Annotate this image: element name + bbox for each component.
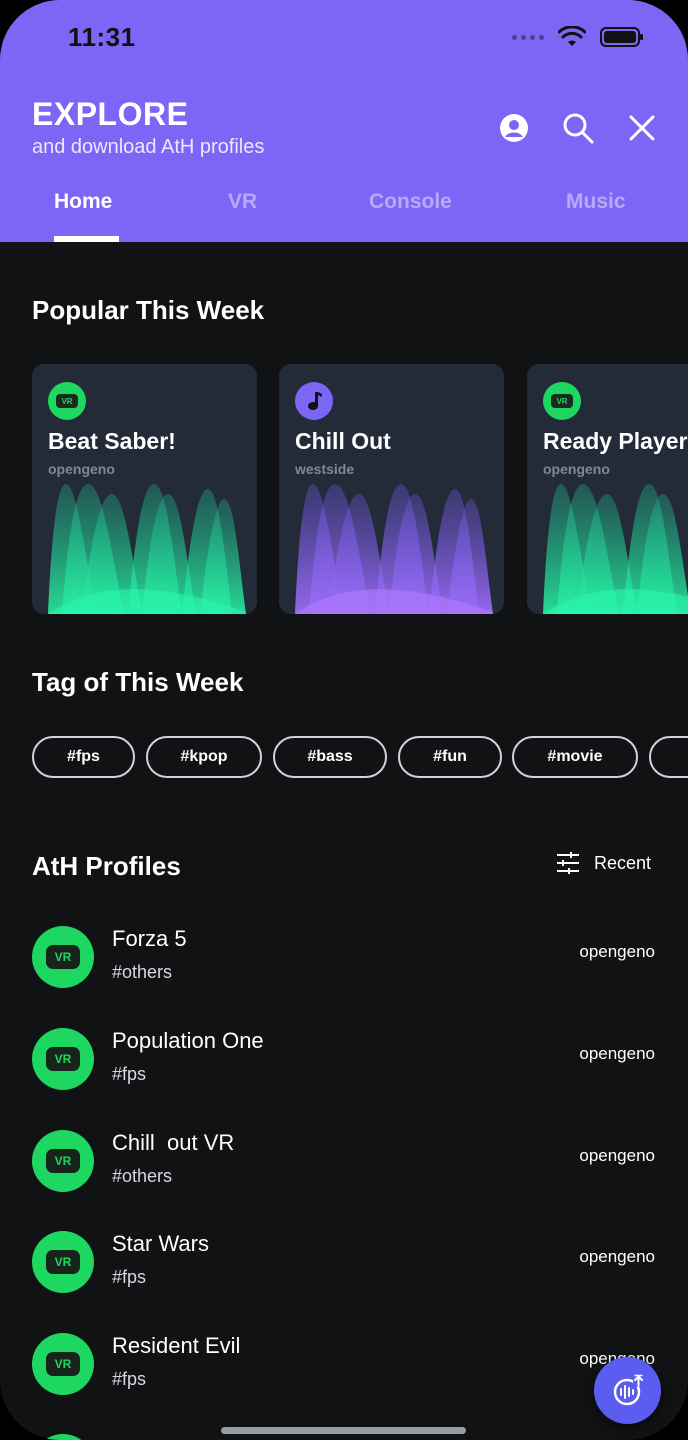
profile-tag: #fps bbox=[112, 1267, 147, 1287]
popular-card[interactable]: VR Beat Saber! opengeno bbox=[32, 364, 257, 614]
list-item[interactable]: VR Chill out VR #others opengeno bbox=[0, 1116, 688, 1208]
signal-icon bbox=[512, 34, 544, 40]
card-author: opengeno bbox=[48, 461, 115, 477]
tab-console[interactable]: Console bbox=[369, 190, 452, 214]
waveform-graphic bbox=[543, 484, 688, 614]
page-subtitle: and download AtH profiles bbox=[32, 136, 265, 158]
waveform-graphic bbox=[48, 484, 246, 614]
profile-title: Forza 5 bbox=[112, 926, 187, 951]
profile-tag: #fps bbox=[112, 1064, 147, 1084]
profile-tag: #fps bbox=[112, 1369, 147, 1389]
list-item[interactable]: VR Population One #fps opengeno bbox=[0, 1014, 688, 1106]
popular-card[interactable]: VR Ready Player opengeno bbox=[527, 364, 688, 614]
profile-author: opengeno bbox=[579, 942, 655, 961]
active-tab-indicator bbox=[54, 236, 119, 242]
card-author: opengeno bbox=[543, 461, 610, 477]
tab-bar: Home VR Console Music bbox=[0, 186, 688, 242]
list-item[interactable]: VR Star Wars #fps opengeno bbox=[0, 1217, 688, 1309]
vr-icon: VR bbox=[48, 382, 86, 420]
tab-vr[interactable]: VR bbox=[228, 190, 257, 214]
popular-section-title: Popular This Week bbox=[32, 295, 265, 325]
account-icon[interactable] bbox=[494, 108, 534, 148]
search-icon[interactable] bbox=[558, 108, 598, 148]
profile-title: Star Wars bbox=[112, 1231, 209, 1256]
profile-author: opengeno bbox=[579, 1247, 655, 1266]
tag-chip[interactable]: #fun bbox=[398, 736, 502, 778]
status-icons bbox=[512, 26, 644, 48]
vr-icon: VR bbox=[32, 1130, 94, 1192]
status-time: 11:31 bbox=[68, 22, 136, 52]
profiles-section-title: AtH Profiles bbox=[32, 851, 181, 881]
card-title: Chill Out bbox=[295, 428, 391, 454]
vr-icon: VR bbox=[32, 1028, 94, 1090]
battery-icon bbox=[600, 27, 643, 47]
vr-icon bbox=[32, 1434, 94, 1440]
profile-title: Chill out VR bbox=[112, 1130, 235, 1155]
vr-icon: VR bbox=[32, 926, 94, 988]
popular-card[interactable]: Chill Out westside bbox=[279, 364, 504, 614]
tags-section-title: Tag of This Week bbox=[32, 667, 244, 697]
sort-label: Recent bbox=[594, 852, 652, 873]
profile-author: opengeno bbox=[579, 1044, 655, 1063]
profile-title: Resident Evil bbox=[112, 1333, 241, 1358]
page-title: EXPLORE bbox=[32, 96, 189, 132]
profile-author: opengeno bbox=[579, 1146, 655, 1165]
card-title: Ready Player bbox=[543, 428, 688, 454]
tab-home[interactable]: Home bbox=[54, 190, 112, 214]
vr-icon: VR bbox=[32, 1231, 94, 1293]
vr-icon: VR bbox=[32, 1333, 94, 1395]
tag-chip[interactable]: #movie bbox=[512, 736, 638, 778]
vr-icon: VR bbox=[543, 382, 581, 420]
tag-chip[interactable]: #kpop bbox=[146, 736, 262, 778]
phone-screen: 11:31 EXPLORE and download AtH profiles bbox=[0, 0, 688, 1440]
list-item[interactable]: VR Resident Evil #fps opengeno bbox=[0, 1319, 688, 1411]
filter-icon bbox=[557, 852, 579, 874]
card-author: westside bbox=[295, 461, 355, 477]
tag-chip[interactable]: #fps bbox=[32, 736, 135, 778]
audio-upload-icon bbox=[613, 1374, 644, 1405]
profile-title: Population One bbox=[112, 1028, 264, 1053]
tab-music[interactable]: Music bbox=[566, 190, 626, 214]
tag-list: #fps #kpop #bass #fun #movie bbox=[0, 736, 688, 778]
tag-chip[interactable]: #bass bbox=[273, 736, 387, 778]
list-item[interactable]: VR Forza 5 #others opengeno bbox=[0, 912, 688, 1004]
tag-chip[interactable] bbox=[649, 736, 688, 778]
sort-button[interactable]: Recent bbox=[556, 852, 651, 874]
header: 11:31 EXPLORE and download AtH profiles bbox=[0, 0, 688, 242]
card-title: Beat Saber! bbox=[48, 428, 176, 454]
music-note-icon bbox=[295, 382, 333, 420]
profile-tag: #others bbox=[112, 962, 173, 982]
home-indicator[interactable] bbox=[221, 1427, 466, 1434]
waveform-graphic bbox=[295, 484, 493, 614]
close-icon[interactable] bbox=[622, 108, 662, 148]
wifi-icon bbox=[558, 26, 586, 46]
profile-tag: #others bbox=[112, 1166, 173, 1186]
upload-profile-button[interactable] bbox=[594, 1357, 661, 1424]
